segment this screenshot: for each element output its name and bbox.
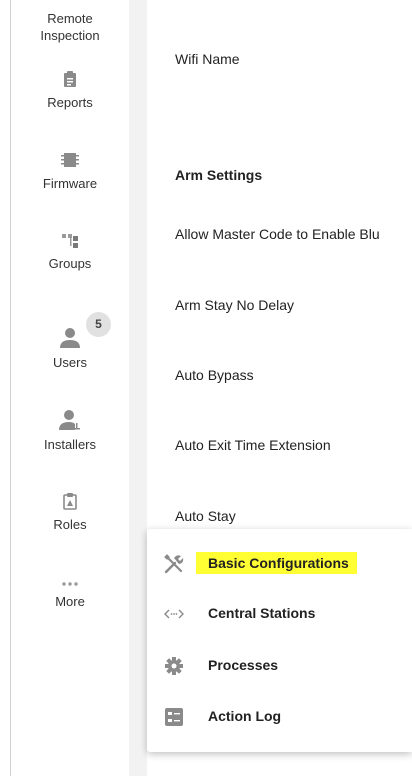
wifi-name-label: Wifi Name [175, 51, 240, 67]
setting-auto-bypass: Auto Bypass [175, 367, 254, 383]
menu-item-processes[interactable]: Processes [147, 646, 412, 686]
tools-icon [163, 554, 185, 574]
sidebar-item-label: Installers [43, 437, 97, 452]
setting-allow-master-code: Allow Master Code to Enable Blu [175, 226, 380, 242]
user-icon [11, 328, 129, 348]
code-brackets-icon [163, 604, 185, 624]
list-icon [163, 707, 185, 727]
sidebar-item-label: Inspection [40, 28, 100, 43]
sidebar-item-label: Groups [48, 256, 92, 271]
installer-icon [11, 410, 129, 430]
gear-icon [163, 656, 185, 676]
menu-item-label: Action Log [208, 708, 282, 724]
sidebar-item-label: More [55, 594, 85, 609]
left-divider [0, 0, 11, 776]
sidebar-item-roles[interactable]: Roles [11, 492, 129, 533]
sidebar-item-more[interactable]: More [11, 581, 129, 610]
clipboard-icon [11, 70, 129, 88]
sidebar-item-reports[interactable]: Reports [11, 70, 129, 111]
more-menu-popup: Basic Configurations Central Stations Pr… [147, 529, 412, 752]
menu-item-action-log[interactable]: Action Log [147, 697, 412, 737]
menu-item-label: Basic Configurations [196, 552, 357, 574]
sidebar-item-label: Users [53, 355, 87, 370]
groups-icon [11, 233, 129, 249]
sidebar-item-remote-inspection[interactable]: Remote Inspection [11, 10, 129, 44]
sidebar-item-label: Roles [53, 517, 87, 532]
sidebar-item-firmware[interactable]: Firmware [11, 151, 129, 192]
sidebar: Remote Inspection Reports Firmware Group… [11, 0, 129, 776]
setting-auto-exit-time-extension: Auto Exit Time Extension [175, 437, 331, 453]
sidebar-item-installers[interactable]: Installers [11, 410, 129, 453]
roles-icon [11, 492, 129, 510]
more-dots-icon [11, 581, 129, 587]
users-count-badge: 5 [86, 312, 111, 337]
chip-icon [11, 151, 129, 169]
arm-settings-heading: Arm Settings [175, 167, 263, 183]
gutter [129, 0, 147, 776]
sidebar-item-groups[interactable]: Groups [11, 233, 129, 272]
setting-auto-stay: Auto Stay [175, 508, 236, 524]
menu-item-basic-configurations[interactable]: Basic Configurations [147, 544, 412, 584]
sidebar-item-label: Firmware [42, 176, 98, 191]
sidebar-item-label: Remote [47, 11, 93, 26]
sidebar-item-users[interactable]: Users [11, 328, 129, 371]
menu-item-label: Processes [208, 657, 279, 673]
sidebar-item-label: Reports [47, 95, 93, 110]
menu-item-central-stations[interactable]: Central Stations [147, 594, 412, 634]
menu-item-label: Central Stations [208, 605, 316, 621]
setting-arm-stay-no-delay: Arm Stay No Delay [175, 297, 295, 313]
